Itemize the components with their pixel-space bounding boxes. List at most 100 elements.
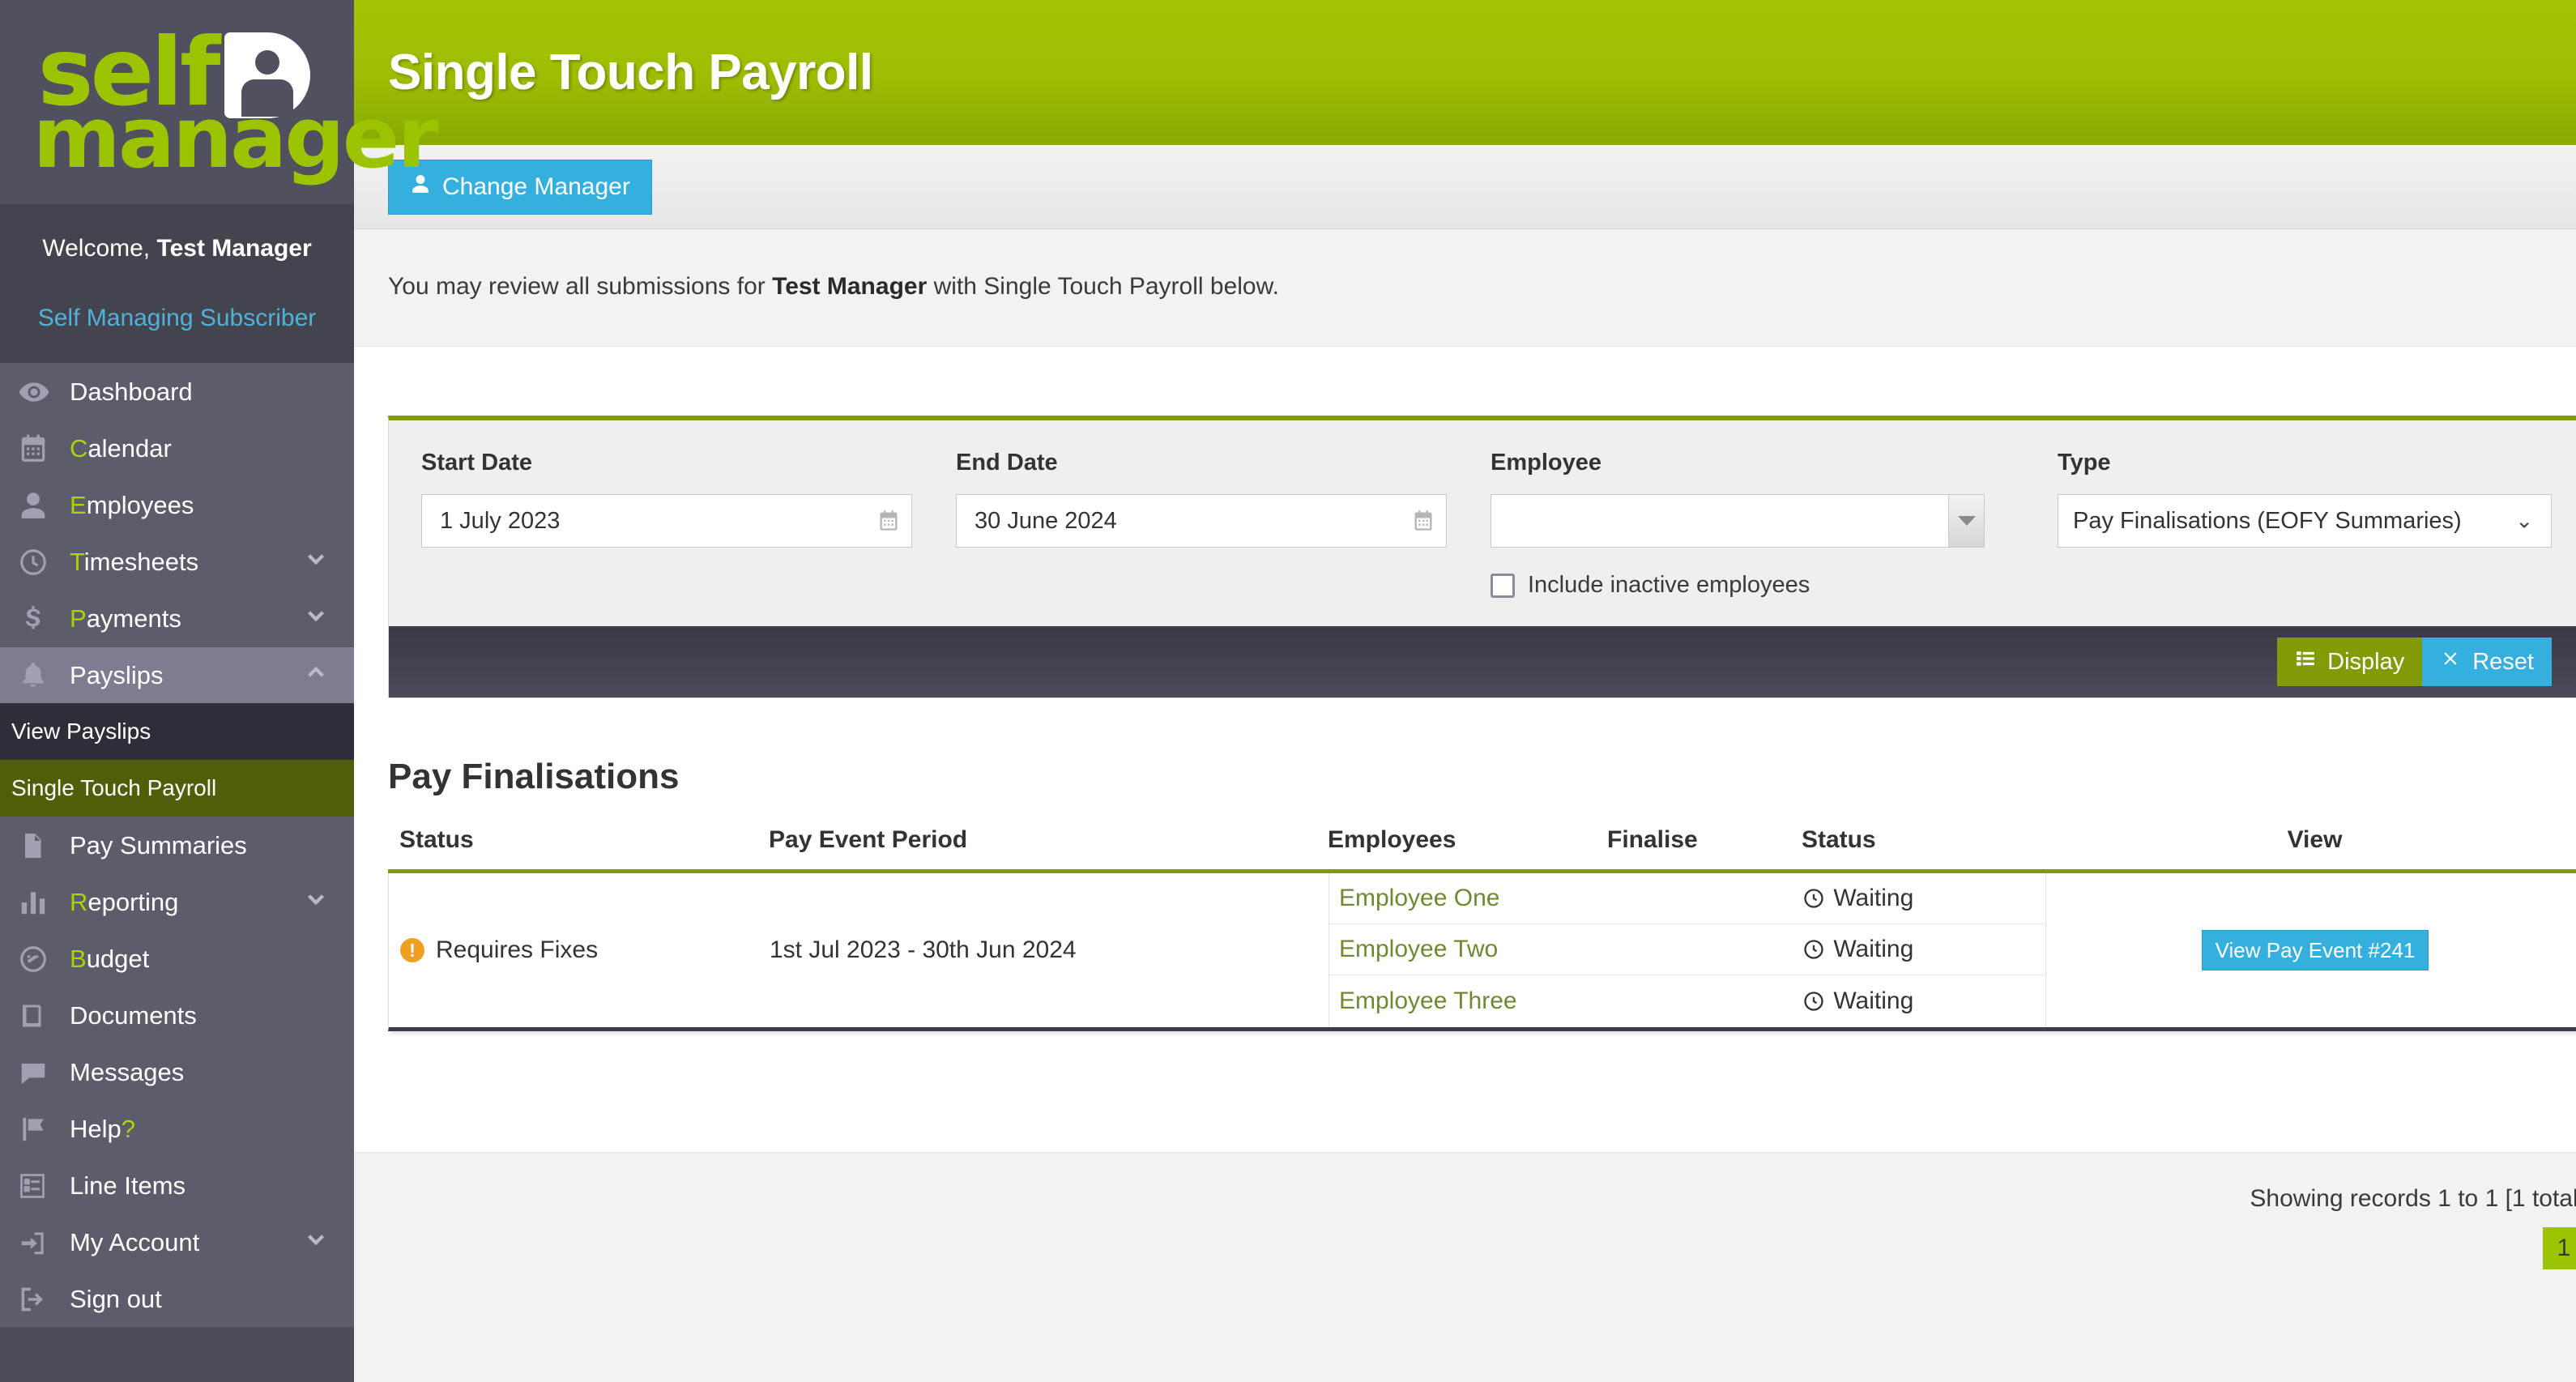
calendar-icon[interactable] — [1412, 510, 1435, 532]
page-header: Single Touch Payroll — [354, 0, 2576, 145]
welcome-user-name: Test Manager — [156, 235, 312, 262]
sidebar-item-payments[interactable]: Payments — [0, 590, 354, 646]
reset-button[interactable]: Reset — [2422, 638, 2552, 686]
start-date-input[interactable]: 1 July 2023 — [421, 494, 912, 548]
sign-out-icon — [18, 1284, 60, 1315]
pagination: 1 — [388, 1227, 2576, 1269]
view-pay-event-button[interactable]: View Pay Event #241 — [2201, 930, 2429, 970]
subscriber-link[interactable]: Self Managing Subscriber — [0, 305, 354, 332]
chevron-down-icon: ⌄ — [2515, 508, 2533, 533]
cell-view: View Pay Event #241 — [2045, 873, 2576, 1027]
triangle-down — [1957, 516, 1976, 526]
results-title: Pay Finalisations — [388, 757, 680, 796]
employee-name-cell: Employee One — [1329, 885, 1609, 912]
bar-chart-icon — [18, 887, 60, 918]
sidebar-item-messages[interactable]: Messages — [0, 1043, 354, 1100]
dollar-icon — [18, 604, 60, 634]
reset-label: Reset — [2472, 648, 2534, 675]
intro-text: You may review all submissions for Test … — [388, 273, 2576, 301]
employee-status-cell: Waiting — [1802, 936, 2045, 963]
sidebar-item-label: Sign out — [70, 1284, 162, 1313]
employee-status-text: Waiting — [1833, 936, 1914, 962]
chevron-down-icon[interactable] — [302, 545, 330, 579]
eye-icon — [18, 376, 60, 408]
sidebar-item-help[interactable]: Help? — [0, 1100, 354, 1157]
accel-key: R — [70, 887, 88, 916]
end-date-input[interactable]: 30 June 2024 — [956, 494, 1447, 548]
warning-exclamation-icon: ! — [400, 938, 424, 962]
sidebar-item-line-items[interactable]: Line Items — [0, 1157, 354, 1214]
employee-link[interactable]: Employee Two — [1339, 936, 1498, 962]
sidebar-item-dashboard[interactable]: Dashboard — [0, 363, 354, 420]
include-inactive-checkbox[interactable] — [1491, 573, 1515, 598]
calendar-icon[interactable] — [877, 510, 900, 532]
sidebar-item-label: Payslips — [70, 660, 164, 689]
employee-status-cell: Waiting — [1802, 987, 2045, 1015]
pagination-page-1[interactable]: 1 — [2543, 1227, 2576, 1269]
chevron-down-icon[interactable] — [302, 1226, 330, 1260]
chevron-up-icon[interactable] — [302, 659, 330, 693]
display-label: Display — [2327, 648, 2405, 675]
page-footer: Showing records 1 to 1 [1 total] 1 — [354, 1152, 2576, 1382]
intro-band: You may review all submissions for Test … — [354, 229, 2576, 347]
sidebar-subitem-view-payslips[interactable]: View Payslips — [0, 703, 354, 760]
sidebar-item-pay-summaries[interactable]: Pay Summaries — [0, 817, 354, 873]
sidebar-item-label: Payments — [70, 604, 181, 633]
sidebar-subitem-label: View Payslips — [11, 719, 151, 744]
start-date-label: Start Date — [421, 450, 532, 476]
chevron-down-icon[interactable] — [302, 885, 330, 919]
accel-key: B — [70, 944, 87, 973]
employee-subtable: Employee One Waiting Employee Two Waitin… — [1329, 873, 2045, 1027]
logo-person-head — [254, 50, 279, 75]
accel-key: C — [70, 433, 88, 463]
include-inactive-row[interactable]: Include inactive employees — [1491, 572, 2058, 599]
calendar-icon — [18, 433, 60, 464]
employee-select-value[interactable] — [1491, 495, 1948, 547]
start-date-value: 1 July 2023 — [440, 507, 561, 534]
close-x-icon — [2440, 648, 2461, 676]
list-icon — [18, 1171, 60, 1201]
sidebar-item-calendar[interactable]: Calendar — [0, 420, 354, 476]
type-select-value: Pay Finalisations (EOFY Summaries) — [2073, 507, 2462, 534]
display-button[interactable]: Display — [2277, 638, 2423, 686]
book-icon — [18, 1001, 60, 1030]
employee-link[interactable]: Employee One — [1339, 885, 1499, 911]
toolbar: Change Manager — [354, 145, 2576, 229]
sidebar: self manager Welcome, Test Manager Self … — [0, 0, 439, 1382]
status-text: Requires Fixes — [436, 936, 599, 963]
sidebar-item-label: Timesheets — [70, 547, 199, 576]
chevron-down-icon[interactable] — [1948, 495, 1984, 547]
sidebar-item-documents[interactable]: Documents — [0, 987, 354, 1043]
column-header-status2: Status — [1802, 825, 1876, 853]
sidebar-item-label: Messages — [70, 1057, 185, 1086]
flag-icon — [18, 1114, 60, 1145]
logo-container[interactable]: self manager — [0, 0, 439, 204]
sidebar-item-sign-out[interactable]: Sign out — [0, 1270, 354, 1327]
main-content: Single Touch Payroll Change Manager You … — [354, 0, 2576, 1382]
cell-period: 1st Jul 2023 - 30th Jun 2024 — [770, 936, 1077, 963]
filter-panel: Start Date 1 July 2023 End Date 30 June … — [388, 416, 2576, 698]
gauge-icon — [18, 944, 60, 975]
chevron-down-icon[interactable] — [302, 602, 330, 636]
employee-link[interactable]: Employee Three — [1339, 987, 1517, 1014]
intro-suffix: with Single Touch Payroll below. — [927, 273, 1279, 300]
accel-key: E — [70, 490, 87, 519]
table-row: ! Requires Fixes 1st Jul 2023 - 30th Jun… — [388, 873, 2576, 1031]
employee-label: Employee — [1491, 450, 1601, 476]
sidebar-subitem-single-touch-payroll[interactable]: Single Touch Payroll — [0, 760, 354, 817]
type-select[interactable]: Pay Finalisations (EOFY Summaries) ⌄ — [2058, 494, 2552, 548]
column-header-finalise: Finalise — [1607, 825, 1698, 853]
employee-select[interactable] — [1491, 494, 1985, 548]
sidebar-item-label: Documents — [70, 1000, 197, 1030]
employee-subrow: Employee Three Waiting — [1329, 975, 2045, 1026]
sidebar-item-employees[interactable]: Employees — [0, 476, 354, 533]
sidebar-item-timesheets[interactable]: Timesheets — [0, 533, 354, 590]
employee-subrow: Employee Two Waiting — [1329, 924, 2045, 975]
welcome-prefix: Welcome, — [42, 235, 157, 262]
sidebar-item-my-account[interactable]: My Account — [0, 1214, 354, 1270]
speech-bubble-icon — [18, 1057, 60, 1088]
sidebar-item-payslips[interactable]: Payslips — [0, 646, 354, 703]
type-label: Type — [2058, 450, 2111, 476]
sidebar-item-budget[interactable]: Budget — [0, 930, 354, 987]
sidebar-item-reporting[interactable]: Reporting — [0, 873, 354, 930]
